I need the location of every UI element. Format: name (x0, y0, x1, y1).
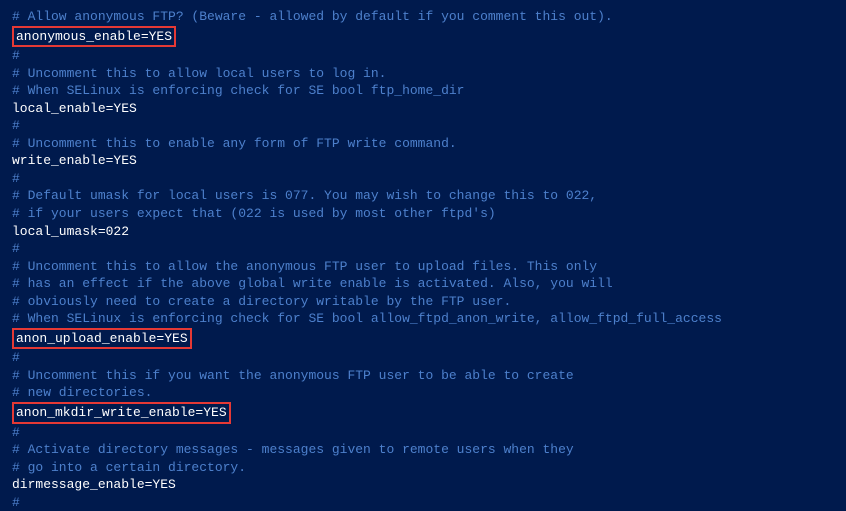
config-line: # Uncomment this to enable any form of F… (12, 135, 834, 153)
config-comment: # (12, 495, 20, 510)
config-comment: # has an effect if the above global writ… (12, 276, 613, 291)
config-comment: # Allow anonymous FTP? (Beware - allowed… (12, 9, 613, 24)
config-line: dirmessage_enable=YES (12, 476, 834, 494)
config-line: # (12, 424, 834, 442)
config-line: # When SELinux is enforcing check for SE… (12, 310, 834, 328)
config-comment: # (12, 48, 20, 63)
config-line: # Default umask for local users is 077. … (12, 187, 834, 205)
config-line: # Uncomment this to allow the anonymous … (12, 258, 834, 276)
config-setting: write_enable=YES (12, 153, 137, 168)
highlighted-setting: anonymous_enable=YES (12, 26, 176, 48)
config-comment: # Activate directory messages - messages… (12, 442, 574, 457)
config-comment: # (12, 241, 20, 256)
config-comment: # Uncomment this to enable any form of F… (12, 136, 457, 151)
config-comment: # if your users expect that (022 is used… (12, 206, 496, 221)
config-comment: # Default umask for local users is 077. … (12, 188, 597, 203)
config-line: # Activate directory messages - messages… (12, 441, 834, 459)
config-line: local_umask=022 (12, 223, 834, 241)
config-comment: # go into a certain directory. (12, 460, 246, 475)
config-setting: local_umask=022 (12, 224, 129, 239)
config-line: # if your users expect that (022 is used… (12, 205, 834, 223)
config-line: # (12, 117, 834, 135)
config-line: # Uncomment this to allow local users to… (12, 65, 834, 83)
config-comment: # (12, 425, 20, 440)
config-comment: # (12, 118, 20, 133)
config-line: # has an effect if the above global writ… (12, 275, 834, 293)
config-line: # (12, 494, 834, 511)
config-line: # (12, 240, 834, 258)
config-line: # go into a certain directory. (12, 459, 834, 477)
highlighted-setting: anon_mkdir_write_enable=YES (12, 402, 231, 424)
highlighted-setting: anon_upload_enable=YES (12, 328, 192, 350)
config-comment: # Uncomment this to allow the anonymous … (12, 259, 597, 274)
config-file-editor[interactable]: # Allow anonymous FTP? (Beware - allowed… (12, 8, 834, 511)
config-line: local_enable=YES (12, 100, 834, 118)
config-line: # new directories. (12, 384, 834, 402)
config-line: # Uncomment this if you want the anonymo… (12, 367, 834, 385)
config-line: anonymous_enable=YES (12, 26, 834, 48)
config-comment: # Uncomment this if you want the anonymo… (12, 368, 574, 383)
config-line: anon_upload_enable=YES (12, 328, 834, 350)
config-comment: # new directories. (12, 385, 152, 400)
config-comment: # When SELinux is enforcing check for SE… (12, 311, 722, 326)
config-line: # When SELinux is enforcing check for SE… (12, 82, 834, 100)
config-comment: # Uncomment this to allow local users to… (12, 66, 386, 81)
config-comment: # (12, 171, 20, 186)
config-line: write_enable=YES (12, 152, 834, 170)
config-line: anon_mkdir_write_enable=YES (12, 402, 834, 424)
config-line: # (12, 349, 834, 367)
config-line: # (12, 170, 834, 188)
config-setting: local_enable=YES (12, 101, 137, 116)
config-comment: # obviously need to create a directory w… (12, 294, 511, 309)
config-comment: # When SELinux is enforcing check for SE… (12, 83, 464, 98)
config-line: # (12, 47, 834, 65)
config-line: # obviously need to create a directory w… (12, 293, 834, 311)
config-comment: # (12, 350, 20, 365)
config-line: # Allow anonymous FTP? (Beware - allowed… (12, 8, 834, 26)
config-setting: dirmessage_enable=YES (12, 477, 176, 492)
